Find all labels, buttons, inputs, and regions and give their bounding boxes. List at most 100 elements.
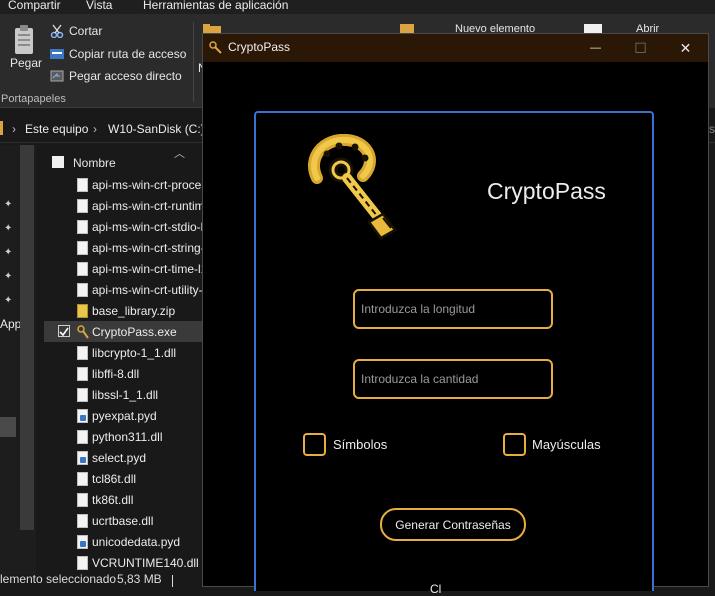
tab-herramientas[interactable]: Herramientas de aplicación bbox=[143, 0, 288, 12]
length-field[interactable] bbox=[353, 289, 553, 329]
dll-file-icon bbox=[77, 240, 88, 255]
file-name: api-ms-win-crt-process-l1-1-0.dll bbox=[92, 177, 209, 192]
generate-passwords-button[interactable]: Generar Contraseñas bbox=[380, 508, 526, 541]
file-row[interactable]: api-ms-win-crt-runtime-l1-1-0.dll bbox=[44, 195, 209, 216]
file-row[interactable]: api-ms-win-crt-process-l1-1-0.dll bbox=[44, 174, 209, 195]
file-row[interactable]: pyexpat.pyd bbox=[44, 405, 209, 426]
paste-button[interactable]: Pegar bbox=[10, 24, 42, 74]
file-list: Nombre ︿ api-ms-win-crt-process-l1-1-0.d… bbox=[44, 148, 209, 575]
copy-path-label: Copiar ruta de acceso bbox=[69, 47, 187, 61]
uppercase-checkbox[interactable] bbox=[503, 433, 526, 456]
file-row[interactable]: unicodedata.pyd bbox=[44, 531, 209, 552]
symbols-label[interactable]: Símbolos bbox=[333, 437, 387, 452]
pin-icon[interactable]: ✦ bbox=[4, 295, 14, 306]
scissors-icon bbox=[50, 24, 64, 38]
quantity-input[interactable] bbox=[361, 370, 546, 388]
copy-path-button[interactable]: Copiar ruta de acceso bbox=[50, 47, 186, 61]
clipboard-group-label: Portapapeles bbox=[1, 93, 66, 105]
file-name: python311.dll bbox=[92, 429, 163, 444]
nav-scrollbar[interactable] bbox=[20, 145, 34, 530]
breadcrumb-este-equipo[interactable]: Este equipo bbox=[25, 122, 88, 136]
ribbon-edge bbox=[709, 14, 715, 108]
cut-button[interactable]: Cortar bbox=[50, 24, 102, 38]
file-row[interactable]: libssl-1_1.dll bbox=[44, 384, 209, 405]
symbols-checkbox[interactable] bbox=[303, 433, 326, 456]
file-name: unicodedata.pyd bbox=[92, 534, 181, 549]
file-row[interactable]: api-ms-win-crt-stdio-l1-1-0.dll bbox=[44, 216, 209, 237]
select-all-checkbox[interactable] bbox=[52, 156, 64, 168]
dll-file-icon bbox=[77, 492, 88, 507]
file-row[interactable]: libcrypto-1_1.dll bbox=[44, 342, 209, 363]
clipboard-icon bbox=[15, 25, 33, 54]
file-row[interactable]: ucrtbase.dll bbox=[44, 510, 209, 531]
key-exe-icon bbox=[77, 324, 89, 339]
title-bar[interactable]: CryptoPass — ☐ ✕ bbox=[203, 34, 708, 62]
file-row[interactable]: api-ms-win-crt-time-l1-1-0.dll bbox=[44, 258, 209, 279]
app-name: CryptoPass bbox=[487, 178, 606, 204]
ribbon-tabs: Compartir Vista Herramientas de aplicaci… bbox=[0, 0, 715, 14]
status-divider bbox=[172, 575, 173, 587]
dll-file-icon bbox=[77, 513, 88, 528]
status-selected: lemento seleccionado bbox=[0, 572, 117, 586]
dll-file-icon bbox=[77, 282, 88, 297]
uppercase-label[interactable]: Mayúsculas bbox=[532, 437, 601, 452]
key-app-icon bbox=[209, 41, 222, 54]
file-name: base_library.zip bbox=[92, 303, 176, 318]
file-row[interactable]: api-ms-win-crt-utility-l1-1-0.dll bbox=[44, 279, 209, 300]
python-file-icon bbox=[77, 450, 88, 465]
length-input[interactable] bbox=[361, 300, 546, 318]
column-name-header[interactable]: Nombre bbox=[73, 156, 116, 170]
cryptopass-window: CryptoPass — ☐ ✕ CryptoPass Símbolos bbox=[202, 33, 709, 596]
file-row[interactable]: tk86t.dll bbox=[44, 489, 209, 510]
nav-selected-item[interactable] bbox=[0, 417, 16, 437]
pin-icon[interactable]: ✦ bbox=[4, 199, 14, 210]
python-file-icon bbox=[77, 408, 88, 423]
cut-label: Cortar bbox=[69, 24, 103, 38]
paste-label: Pegar bbox=[10, 56, 43, 70]
pin-icon[interactable]: ✦ bbox=[4, 223, 14, 234]
file-name: api-ms-win-crt-runtime-l1-1-0.dll bbox=[92, 198, 209, 213]
pin-icon[interactable]: ✦ bbox=[4, 271, 14, 282]
python-file-icon bbox=[77, 534, 88, 549]
file-name: pyexpat.pyd bbox=[92, 408, 157, 423]
folder-edge-icon bbox=[0, 121, 3, 135]
file-name: VCRUNTIME140.dll bbox=[92, 555, 199, 570]
paste-shortcut-icon bbox=[50, 70, 64, 82]
file-name: select.pyd bbox=[92, 450, 147, 465]
search-box-partial[interactable]: sc bbox=[709, 122, 715, 136]
pin-icon[interactable]: ✦ bbox=[4, 247, 14, 258]
file-row[interactable]: api-ms-win-crt-string-l1-1-0.dll bbox=[44, 237, 209, 258]
file-name: CryptoPass.exe bbox=[92, 324, 177, 339]
tab-vista[interactable]: Vista bbox=[86, 0, 112, 12]
quantity-field[interactable] bbox=[353, 359, 553, 399]
close-button[interactable]: ✕ bbox=[663, 34, 708, 62]
maximize-icon: ☐ bbox=[634, 39, 647, 56]
copy-path-icon bbox=[50, 49, 64, 59]
file-name: tk86t.dll bbox=[92, 492, 134, 507]
dll-file-icon bbox=[77, 429, 88, 444]
file-name: api-ms-win-crt-utility-l1-1-0.dll bbox=[92, 282, 209, 297]
file-row[interactable]: select.pyd bbox=[44, 447, 209, 468]
new-item-partial[interactable]: Nuevo elemento bbox=[400, 20, 550, 35]
nav-item-partial[interactable]: App bbox=[0, 317, 21, 331]
file-row[interactable]: python311.dll bbox=[44, 426, 209, 447]
paste-shortcut-button[interactable]: Pegar acceso directo bbox=[50, 69, 182, 83]
ribbon-divider bbox=[193, 22, 194, 102]
column-header: Nombre ︿ bbox=[44, 148, 209, 170]
breadcrumb-drive[interactable]: W10-SanDisk (C:) bbox=[108, 122, 205, 136]
file-name: libcrypto-1_1.dll bbox=[92, 345, 177, 360]
file-row[interactable]: CryptoPass.exe bbox=[44, 321, 209, 342]
file-row[interactable]: libffi-8.dll bbox=[44, 363, 209, 384]
sort-chevron-icon: ︿ bbox=[174, 148, 185, 160]
file-row[interactable]: tcl86t.dll bbox=[44, 468, 209, 489]
tab-compartir[interactable]: Compartir bbox=[8, 0, 61, 12]
maximize-button[interactable]: ☐ bbox=[618, 34, 663, 62]
file-name: libffi-8.dll bbox=[92, 366, 140, 381]
row-checkbox[interactable] bbox=[58, 325, 70, 337]
status-size: 5,83 MB bbox=[117, 572, 162, 586]
file-row[interactable]: VCRUNTIME140.dll bbox=[44, 552, 209, 573]
file-row[interactable]: base_library.zip bbox=[44, 300, 209, 321]
navigation-pane: ✦ ✦ ✦ ✦ ✦ App bbox=[0, 145, 36, 575]
dll-file-icon bbox=[77, 345, 88, 360]
minimize-button[interactable]: — bbox=[573, 34, 618, 62]
